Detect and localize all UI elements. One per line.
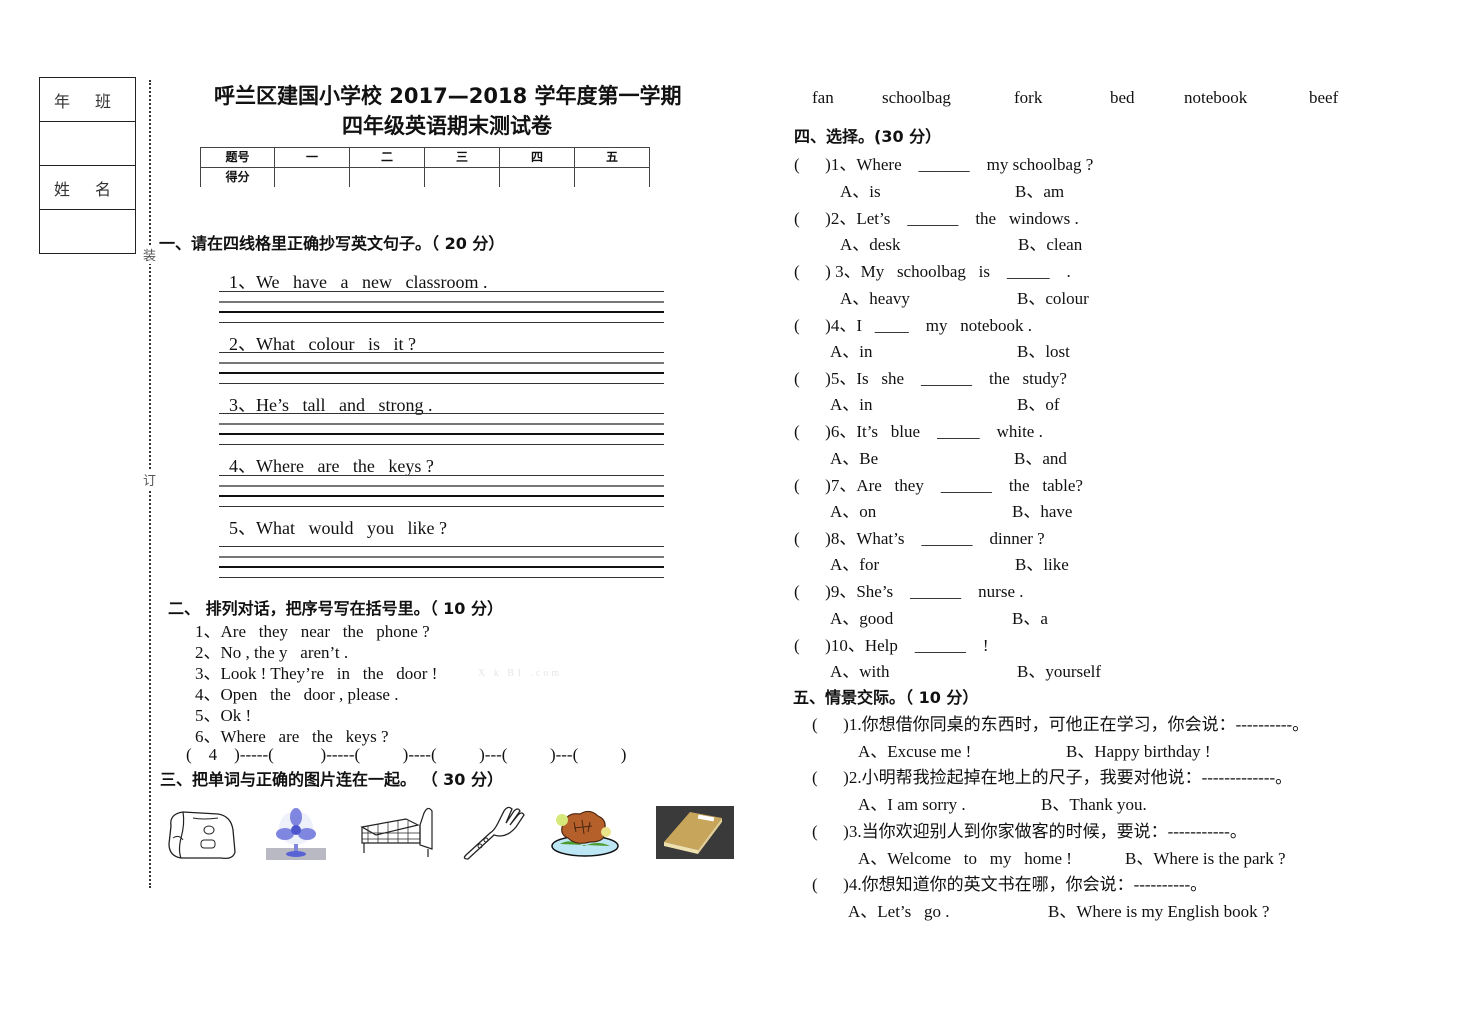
four-line-grid[interactable] <box>219 352 664 388</box>
choice-question[interactable]: ( )10、Help ______ ! <box>794 631 989 656</box>
match-word[interactable]: bed <box>1110 88 1135 108</box>
score-header-cell: 题号 <box>200 147 275 168</box>
choice-option-a[interactable]: A、for <box>830 550 879 575</box>
match-word[interactable]: fan <box>812 88 834 108</box>
four-line-grid[interactable] <box>219 413 664 449</box>
situation-question[interactable]: ( )3.当你欢迎别人到你家做客的时候，要说：-----------。 <box>812 817 1247 842</box>
situation-option-a[interactable]: A、Welcome to my home ! <box>858 844 1072 869</box>
score-table-header-row: 题号 一 二 三 四 五 <box>200 147 650 168</box>
choice-option-a[interactable]: A、in <box>830 390 873 415</box>
choice-option-a[interactable]: A、on <box>830 497 876 522</box>
situation-option-b[interactable]: B、Where is the park ? <box>1125 844 1286 869</box>
score-header-cell: 一 <box>274 147 350 168</box>
situation-option-a[interactable]: A、I am sorry . <box>858 790 966 815</box>
score-table-score-row: 得分 <box>200 167 650 187</box>
situation-option-a[interactable]: A、Excuse me ! <box>858 737 971 762</box>
situation-question[interactable]: ( )1.你想借你同桌的东西时，可他正在学习，你会说：----------。 <box>812 710 1309 735</box>
score-row-label: 得分 <box>200 167 275 187</box>
situation-option-b[interactable]: B、Happy birthday ! <box>1066 737 1210 762</box>
situation-option-a[interactable]: A、Let’s go . <box>848 897 950 922</box>
score-header-cell: 五 <box>574 147 650 168</box>
choice-question[interactable]: ( )6、It’s blue _____ white . <box>794 417 1043 442</box>
score-header-cell: 四 <box>499 147 575 168</box>
match-word[interactable]: beef <box>1309 88 1338 108</box>
choice-question[interactable]: ( )1、Where ______ my schoolbag ? <box>794 150 1093 175</box>
four-line-grid[interactable] <box>219 546 664 582</box>
answer-sequence[interactable]: ( 4 )-----( )-----( )----( )---( )---( ) <box>186 745 626 765</box>
choice-question[interactable]: ( )4、I ____ my notebook . <box>794 311 1032 336</box>
choice-option-a[interactable]: A、in <box>830 337 873 362</box>
score-cell[interactable] <box>349 167 425 187</box>
section1-heading: 一、请在四线格里正确抄写英文句子。（ 20 分） <box>159 234 505 253</box>
choice-option-b[interactable]: B、colour <box>1017 284 1089 309</box>
choice-question[interactable]: ( )8、What’s ______ dinner ? <box>794 524 1045 549</box>
choice-question[interactable]: ( )9、She’s ______ nurse . <box>794 577 1023 602</box>
student-info-box: 年 班 姓 名 <box>39 77 136 254</box>
copy-sentence: 5、What would you like ? <box>229 518 447 538</box>
fork-picture[interactable] <box>458 805 528 863</box>
choice-option-a[interactable]: A、is <box>840 177 881 202</box>
four-line-grid[interactable] <box>219 475 664 511</box>
name-label: 姓 名 <box>40 166 135 210</box>
choice-option-b[interactable]: B、like <box>1015 550 1069 575</box>
match-word[interactable]: notebook <box>1184 88 1247 108</box>
choice-option-a[interactable]: A、good <box>830 604 893 629</box>
exam-title-line1: 呼兰区建国小学校 2017—2018 学年度第一学期 <box>214 84 682 108</box>
fan-picture[interactable] <box>266 808 326 860</box>
score-table: 题号 一 二 三 四 五 得分 <box>200 147 650 187</box>
section2-heading: 二、 排列对话，把序号写在括号里。（ 10 分） <box>168 599 503 618</box>
choice-question[interactable]: ( ) 3、My schoolbag is _____ . <box>794 257 1071 282</box>
notebook-picture[interactable] <box>656 806 734 859</box>
dialogue-line: 6、Where are the keys ? <box>195 727 389 746</box>
section3-heading: 三、把单词与正确的图片连在一起。 （ 30 分） <box>160 770 503 789</box>
choice-question[interactable]: ( )2、Let’s ______ the windows . <box>794 204 1079 229</box>
score-header-cell: 三 <box>424 147 500 168</box>
score-cell[interactable] <box>274 167 350 187</box>
schoolbag-picture[interactable] <box>163 808 238 863</box>
choice-option-b[interactable]: B、clean <box>1018 230 1082 255</box>
situation-option-b[interactable]: B、Thank you. <box>1041 790 1147 815</box>
section5-heading: 五、情景交际。（ 10 分） <box>793 688 979 707</box>
exam-title-line2: 四年级英语期末测试卷 <box>342 114 552 138</box>
class-label: 年 班 <box>40 78 135 122</box>
choice-option-b[interactable]: B、and <box>1014 444 1067 469</box>
choice-option-a[interactable]: A、desk <box>840 230 900 255</box>
score-cell[interactable] <box>424 167 500 187</box>
score-cell[interactable] <box>574 167 650 187</box>
watermark: X k B1 .com <box>478 668 563 679</box>
choice-option-a[interactable]: A、heavy <box>840 284 910 309</box>
choice-option-b[interactable]: B、of <box>1017 390 1060 415</box>
class-field[interactable] <box>40 122 135 166</box>
choice-option-b[interactable]: B、a <box>1012 604 1048 629</box>
four-line-grid[interactable] <box>219 291 664 327</box>
name-field[interactable] <box>40 210 135 253</box>
beef-picture[interactable] <box>550 808 620 858</box>
section4-heading: 四、选择。(30 分） <box>794 127 942 146</box>
score-header-cell: 二 <box>349 147 425 168</box>
score-cell[interactable] <box>499 167 575 187</box>
bed-picture[interactable] <box>358 805 438 860</box>
binding-mark-zhuang: 装 <box>143 245 157 264</box>
choice-option-a[interactable]: A、Be <box>830 444 878 469</box>
match-word[interactable]: fork <box>1014 88 1042 108</box>
match-word[interactable]: schoolbag <box>882 88 951 108</box>
choice-option-a[interactable]: A、with <box>830 657 890 682</box>
choice-option-b[interactable]: B、am <box>1015 177 1064 202</box>
choice-option-b[interactable]: B、lost <box>1017 337 1070 362</box>
choice-question[interactable]: ( )5、Is she ______ the study? <box>794 364 1067 389</box>
situation-option-b[interactable]: B、Where is my English book ? <box>1048 897 1269 922</box>
situation-question[interactable]: ( )2.小明帮我捡起掉在地上的尺子，我要对他说：-------------。 <box>812 763 1292 788</box>
choice-option-b[interactable]: B、yourself <box>1017 657 1101 682</box>
binding-mark-ding: 订 <box>143 470 157 489</box>
choice-option-b[interactable]: B、have <box>1012 497 1072 522</box>
choice-question[interactable]: ( )7、Are they ______ the table? <box>794 471 1083 496</box>
situation-question[interactable]: ( )4.你想知道你的英文书在哪，你会说：----------。 <box>812 870 1207 895</box>
